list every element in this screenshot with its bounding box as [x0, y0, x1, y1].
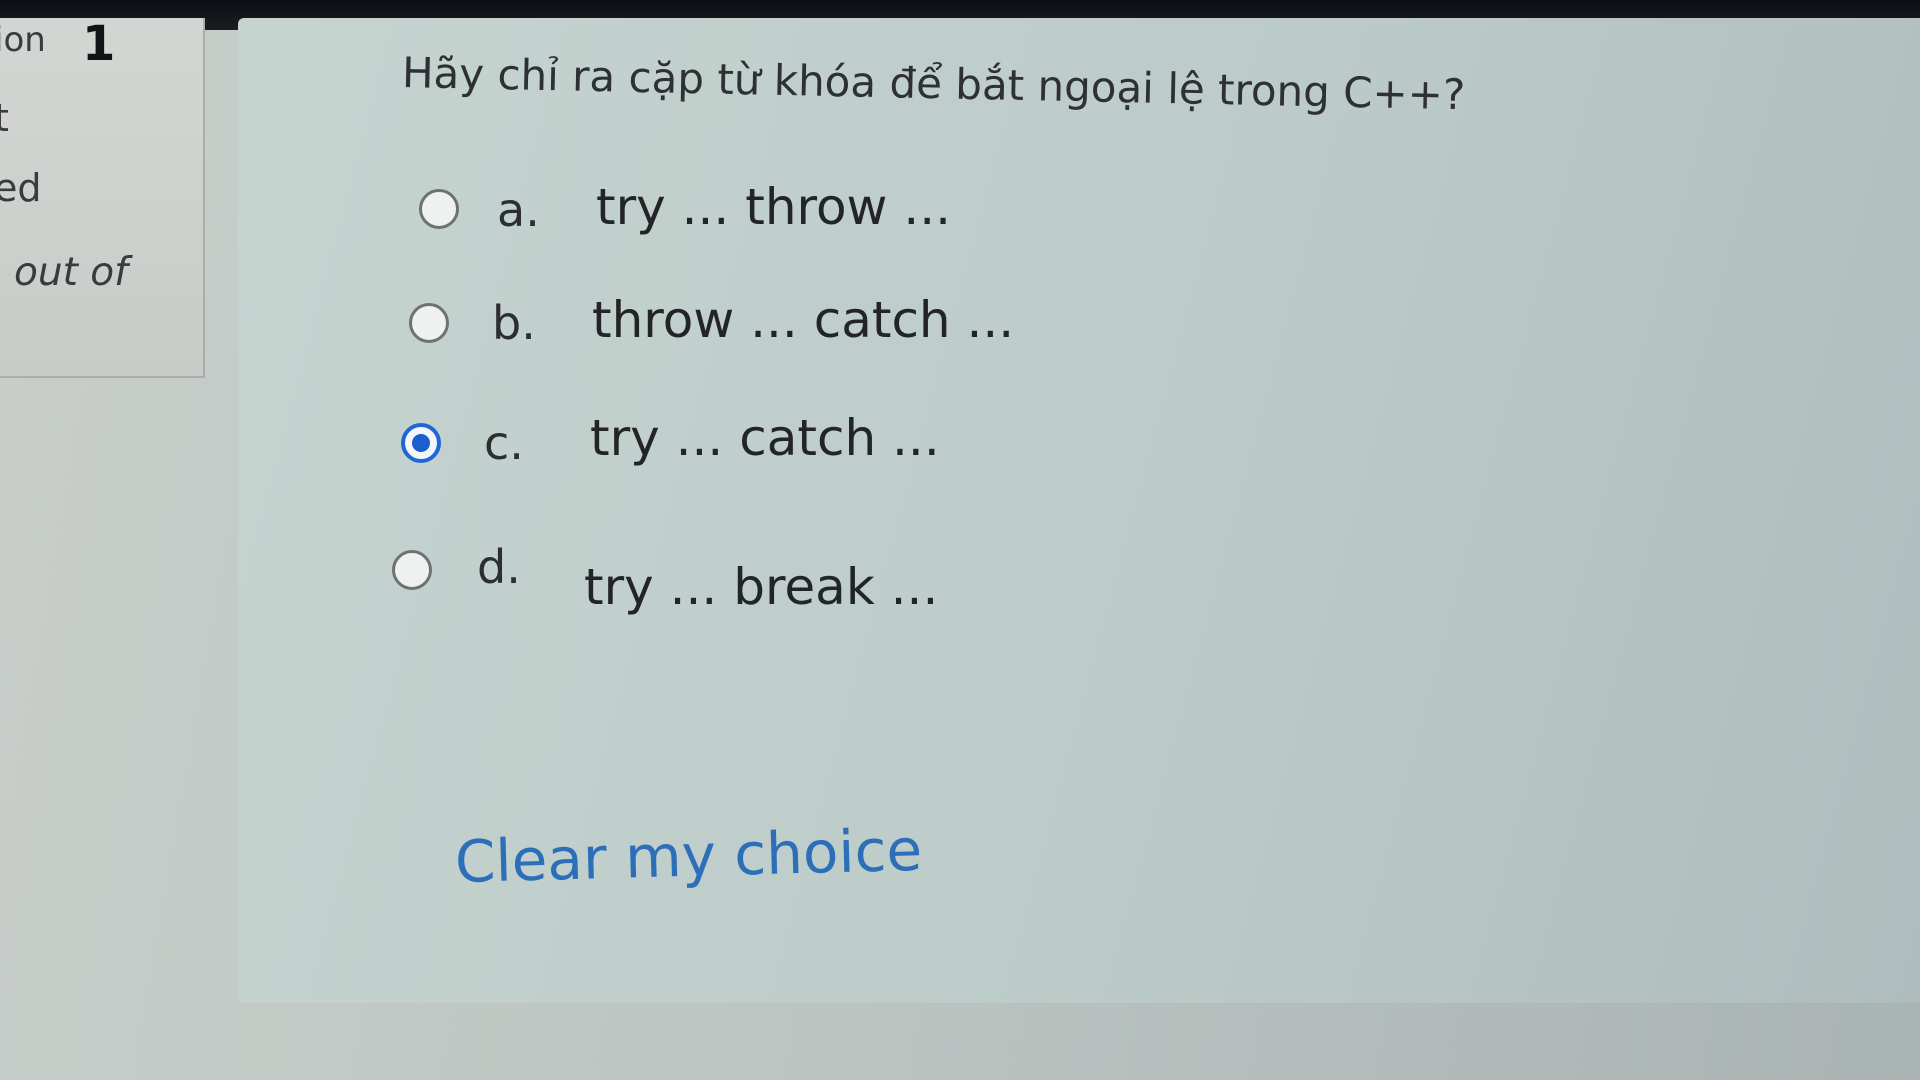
radio-c-selected[interactable]	[401, 423, 441, 463]
answer-letter-d: d.	[477, 540, 521, 594]
answer-text-a[interactable]: try ... throw ...	[596, 178, 951, 236]
question-number: 1	[82, 16, 116, 72]
answer-letter-c: c.	[484, 416, 524, 470]
question-state: t	[0, 96, 9, 140]
question-mark: out of	[14, 250, 128, 295]
clear-my-choice-link[interactable]: Clear my choice	[454, 816, 923, 896]
question-info-panel: ion 1 t ed out of	[0, 16, 205, 378]
radio-d[interactable]	[392, 550, 432, 590]
answer-text-b[interactable]: throw ... catch ...	[592, 291, 1014, 349]
radio-b[interactable]	[409, 303, 449, 343]
answer-text-c[interactable]: try ... catch ...	[590, 409, 940, 467]
question-label: ion	[0, 20, 46, 60]
question-status: ed	[0, 166, 42, 210]
answer-text-d[interactable]: try ... break ...	[584, 558, 938, 616]
answer-letter-a: a.	[497, 183, 540, 237]
radio-a[interactable]	[419, 189, 459, 229]
answer-letter-b: b.	[492, 296, 536, 350]
